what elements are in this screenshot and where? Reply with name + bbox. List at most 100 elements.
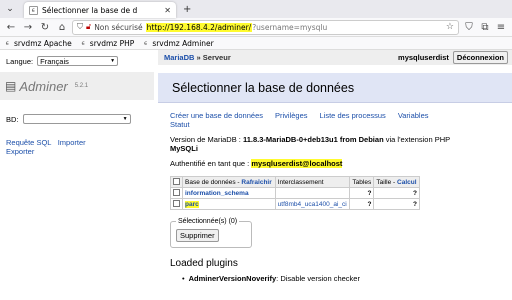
bookmark-favicon-icon: ϵ [5,39,10,47]
bookmarks-bar: ϵ srvdmz Apache ϵ srvdmz PHP ϵ srvdmz Admin… [0,37,512,50]
database-link[interactable]: parc [185,200,199,208]
url-bar[interactable]: ⛉ 🔓︎ Non sécurisé http://192.168.4.2/adm… [72,19,459,35]
browser-tab[interactable]: ϵ Sélectionner la base de d ✕ [24,2,176,18]
close-tab-icon[interactable]: ✕ [164,6,171,15]
language-value: Français [40,56,69,66]
navigation-bar: ← → ↻ ⌂ ⛉ 🔓︎ Non sécurisé http://192.168… [0,18,512,37]
process-list-link[interactable]: Liste des processus [320,111,386,120]
table-row: information_schema ? ? [170,187,420,199]
database-select[interactable]: ▼ [22,114,131,124]
tab-title: Sélectionner la base de d [42,5,138,15]
back-icon[interactable]: ← [4,20,18,34]
url-text[interactable]: http://192.168.4.2/adminer/?username=mys… [145,22,443,32]
select-all-checkbox[interactable] [173,177,180,185]
status-link[interactable]: Statut [170,120,190,129]
php-extension: MySQLi [170,144,198,153]
privileges-link[interactable]: Privilèges [275,111,308,120]
row-select-cell[interactable] [170,187,183,199]
extensions-icon[interactable]: ⧉ [478,20,492,34]
database-name-cell: information_schema [182,187,276,199]
delete-button[interactable]: Supprimer [176,229,219,242]
language-select[interactable]: Français ▼ [37,56,119,66]
insecure-label: Non sécurisé [94,22,143,32]
variables-link[interactable]: Variables [398,111,429,120]
bookmark-label: srvdmz PHP [89,38,135,48]
shield-tracking-icon[interactable]: ⛉ [462,20,476,34]
plugin-description: : Disable version checker [276,274,360,283]
auth-user: mysqluserdist@localhost [251,159,343,168]
column-database: Base de données - Rafraîchir [182,176,276,188]
database-row: BD: ▼ [0,100,154,124]
selection-fieldset: Sélectionnée(s) (0) Supprimer [170,218,252,248]
language-row: Langue: Français ▼ [0,50,154,66]
url-query: ?username=mysqlu [252,22,328,32]
size-cell: ? [373,187,420,199]
home-icon[interactable]: ⌂ [55,20,69,34]
adminer-logo-icon: ▤ [5,79,17,93]
bookmark-favicon-icon: ϵ [143,39,148,47]
version-via: via l'extension PHP [385,135,451,144]
adminer-page: Langue: Français ▼ ▤ Adminer 5.2.1 BD: ▼ … [0,50,512,300]
page-title: Sélectionner la base de données [158,73,512,103]
menu-icon[interactable]: ≡ [494,20,508,34]
chevron-down-icon: ▼ [122,116,128,122]
version-info: Version de MariaDB : 11.8.3-MariaDB-0+de… [158,129,512,153]
shield-icon[interactable]: ⛉ [77,22,83,32]
export-link[interactable]: Exporter [6,147,34,156]
chevron-down-icon: ▼ [110,58,116,64]
collation-cell [274,187,351,199]
main-content: MariaDB » Serveur mysqluserdist Déconnex… [158,50,512,300]
bookmark-php[interactable]: ϵ srvdmz PHP [80,38,135,48]
new-tab-icon[interactable]: + [183,4,191,15]
column-tables: Tables [349,176,375,188]
databases-table: Base de données - Rafraîchir Interclasse… [170,176,420,210]
bookmark-adminer[interactable]: ϵ srvdmz Adminer [142,39,214,48]
row-select-cell[interactable] [170,198,183,210]
auth-label: Authentifié en tant que : [170,159,250,168]
import-link[interactable]: Importer [58,138,86,147]
breadcrumb-current: Serveur [202,53,231,62]
row-checkbox[interactable] [173,188,180,196]
logout-button[interactable]: Déconnexion [452,51,508,64]
insecure-indicator[interactable]: 🔓︎ Non sécurisé [86,22,143,32]
breadcrumb-server-link[interactable]: MariaDB [164,53,194,62]
forward-icon[interactable]: → [21,20,35,34]
tab-list-icon[interactable]: ⌄ [4,3,16,15]
collation-link[interactable]: utf8mb4_uca1400_ai_ci [278,201,347,208]
insecure-lock-icon: 🔓︎ [86,22,92,31]
version-prefix: Version de MariaDB : [170,135,241,144]
bookmark-star-icon[interactable]: ☆ [446,22,454,32]
logged-user: mysqluserdist [398,53,449,62]
column-size: Taille - Calcul [373,176,420,188]
action-links: Créer une base de données Privilèges Liste… [158,103,512,129]
column-separator: - [393,178,396,186]
plugins-title: Loaded plugins [170,258,238,269]
compute-link[interactable]: Calcul [397,179,417,186]
selection-legend: Sélectionnée(s) (0) [178,218,238,225]
database-link[interactable]: information_schema [185,190,249,197]
tables-count-cell: ? [349,187,375,199]
toolbar-right: ⛉ ⧉ ≡ [462,20,508,34]
browser-tab-bar: ⌄ ϵ Sélectionner la base de d ✕ + [0,0,512,18]
reload-icon[interactable]: ↻ [38,20,52,34]
column-size-label: Taille [376,178,392,186]
collation-cell: utf8mb4_uca1400_ai_ci [274,198,351,210]
adminer-version: 5.2.1 [74,83,89,89]
column-separator: - [237,178,240,186]
url-host: http://192.168.4.2/adminer/ [145,22,253,32]
select-all-cell[interactable] [170,176,183,188]
refresh-link[interactable]: Rafraîchir [241,179,271,186]
sidebar: Langue: Français ▼ ▤ Adminer 5.2.1 BD: ▼ … [0,50,154,300]
adminer-title[interactable]: Adminer [19,79,67,94]
create-database-link[interactable]: Créer une base de données [170,111,263,120]
row-checkbox[interactable] [173,199,180,207]
sql-command-link[interactable]: Requête SQL [6,138,51,147]
bookmark-apache[interactable]: ϵ srvdmz Apache [4,39,72,48]
bullet-icon: • [182,274,185,283]
adminer-header: ▤ Adminer 5.2.1 [0,72,154,100]
table-row: parc utf8mb4_uca1400_ai_ci ? ? [170,198,420,210]
breadcrumb-separator: » [196,53,201,62]
plugin-name: AdminerVersionNoverify [188,274,277,283]
bookmark-label: srvdmz Apache [14,38,72,48]
language-label: Langue: [6,56,34,66]
